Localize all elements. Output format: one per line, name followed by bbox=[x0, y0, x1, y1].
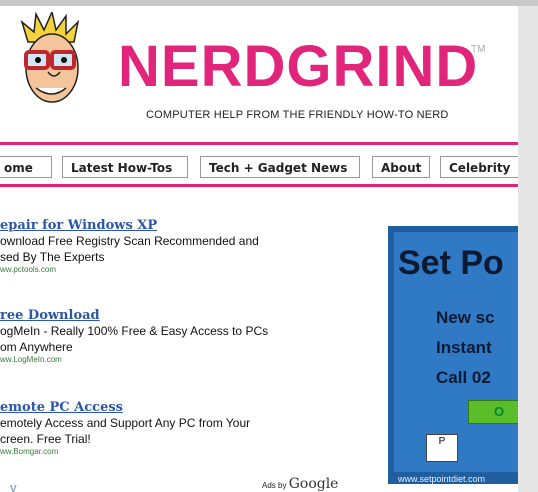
ad-block: ree Download ogMeIn - Really 100% Free &… bbox=[0, 308, 268, 364]
google-wordmark: Google bbox=[288, 476, 339, 492]
site-tagline: COMPUTER HELP FROM THE FRIENDLY HOW-TO N… bbox=[146, 109, 449, 121]
ad-url-link[interactable]: ww.pctools.com bbox=[0, 265, 259, 274]
ad-url-link[interactable]: ww.Bomgar.com bbox=[0, 447, 250, 456]
ad-description: creen. Free Trial! bbox=[0, 432, 91, 446]
ad-url-link[interactable]: ww.LogMeIn.com bbox=[0, 355, 268, 364]
banner-headline: Set Po bbox=[398, 244, 504, 282]
site-logo[interactable]: NERDGRIND bbox=[118, 38, 478, 96]
ad-title-link[interactable]: emote PC Access bbox=[0, 400, 250, 415]
banner-line: New sc bbox=[436, 308, 495, 327]
banner-logo: P bbox=[426, 434, 458, 462]
nav-top-divider bbox=[0, 142, 518, 145]
nav-about[interactable]: About bbox=[372, 156, 430, 178]
ad-description: sed By The Experts bbox=[0, 250, 105, 264]
ad-description: ogMeIn - Really 100% Free & Easy Access … bbox=[0, 324, 269, 338]
nerd-mascot-icon bbox=[20, 12, 80, 103]
ad-title-link[interactable]: ree Download bbox=[0, 308, 268, 323]
trademark: TM bbox=[471, 44, 486, 55]
banner-line: Instant bbox=[436, 338, 492, 357]
ad-description: om Anywhere bbox=[0, 340, 73, 354]
nav-tech-gadget-news[interactable]: Tech + Gadget News bbox=[200, 156, 360, 178]
nav-home[interactable]: ome bbox=[0, 156, 52, 178]
ad-description: ownload Free Registry Scan Recommended a… bbox=[0, 234, 259, 248]
banner-ad[interactable]: Set Po New sc Instant Call 02 O P www.se… bbox=[388, 226, 518, 484]
main-nav: ome Latest How-Tos Tech + Gadget News Ab… bbox=[0, 156, 518, 180]
ad-description: emotely Access and Support Any PC from Y… bbox=[0, 416, 251, 430]
ad-block: epair for Windows XP ownload Free Regist… bbox=[0, 218, 259, 274]
nav-bottom-divider bbox=[0, 184, 518, 187]
banner-url[interactable]: www.setpointdiet.com bbox=[398, 474, 485, 484]
scrollbar-gutter[interactable] bbox=[518, 6, 538, 492]
nav-latest-how-tos[interactable]: Latest How-Tos bbox=[62, 156, 188, 178]
banner-cta-button[interactable]: O bbox=[468, 400, 518, 424]
nav-celebrity[interactable]: Celebrity bbox=[440, 156, 518, 178]
ads-by-label: Ads by bbox=[262, 481, 287, 490]
ads-by-google[interactable]: Ads by Google bbox=[262, 476, 338, 492]
banner-line: Call 02 bbox=[436, 368, 491, 387]
corner-glyph: V bbox=[10, 484, 17, 492]
ad-title-link[interactable]: epair for Windows XP bbox=[0, 218, 259, 233]
web-page: NERDGRIND TM COMPUTER HELP FROM THE FRIE… bbox=[0, 6, 518, 492]
ad-block: emote PC Access emotely Access and Suppo… bbox=[0, 400, 250, 456]
